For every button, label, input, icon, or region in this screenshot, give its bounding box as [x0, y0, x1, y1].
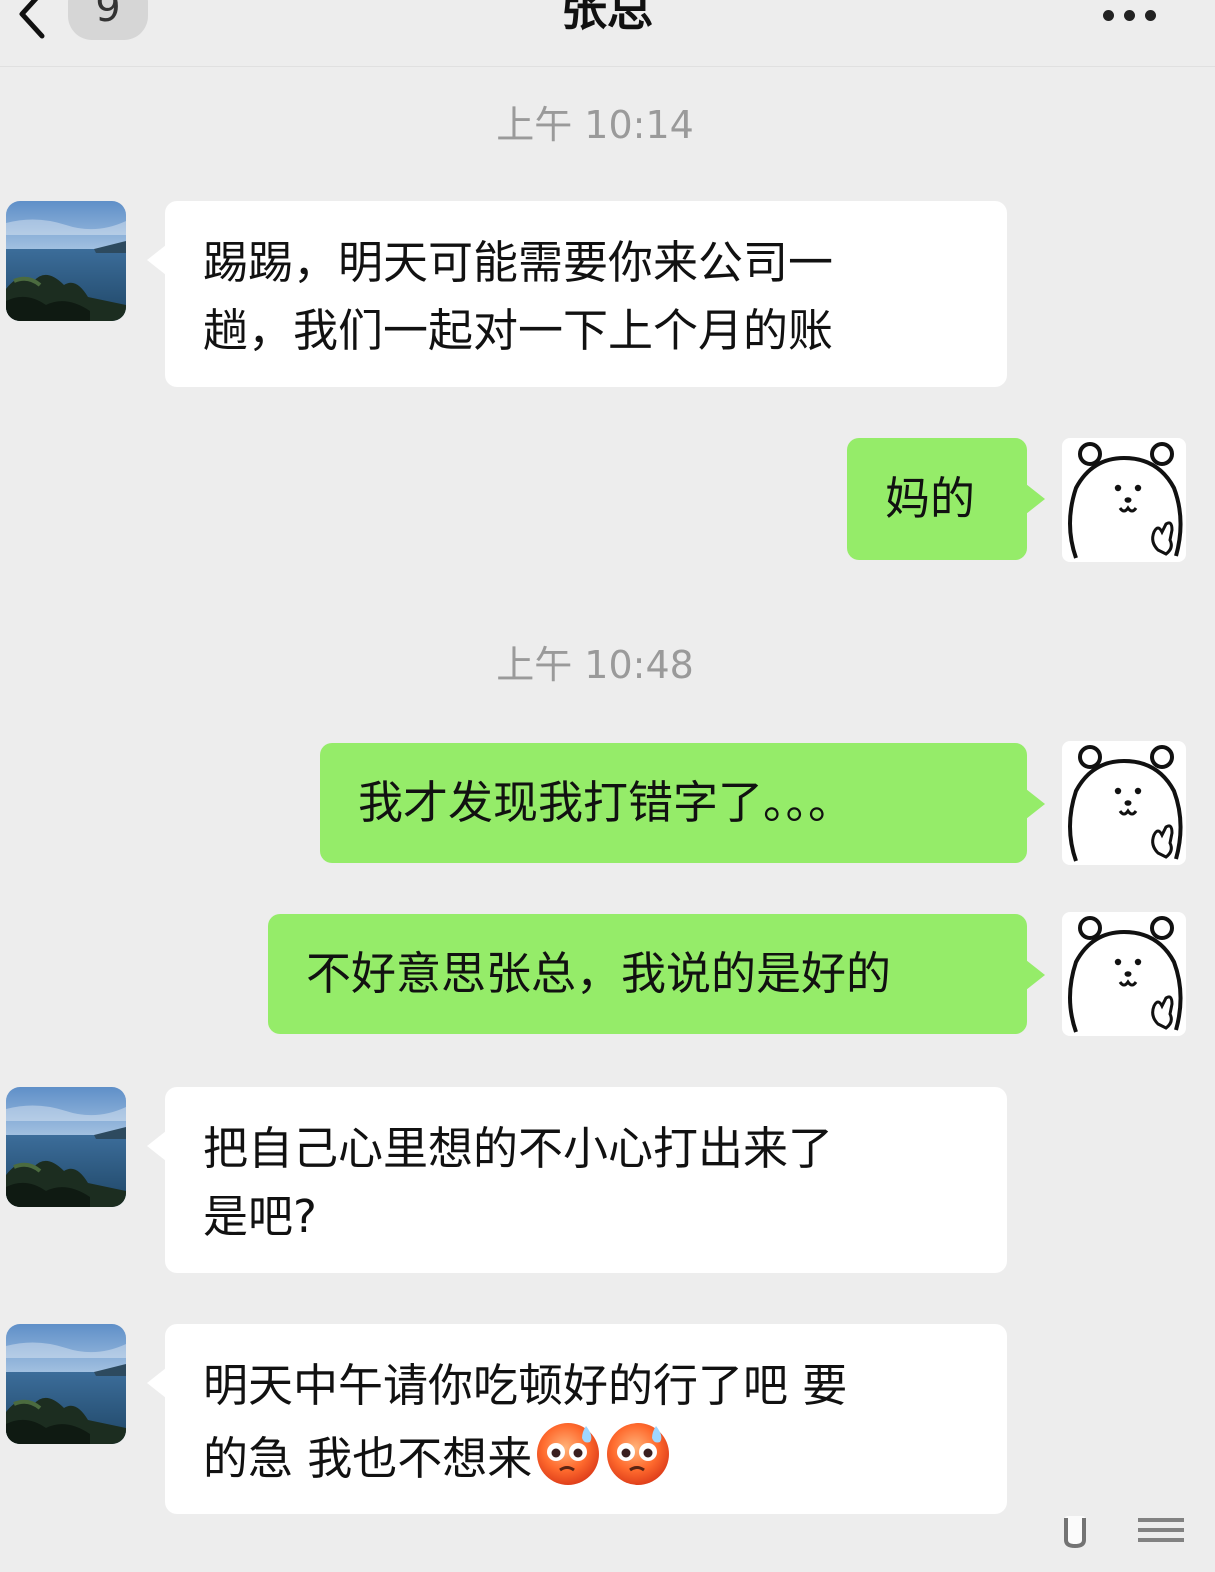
message-text: 把自己心里想的不小心打出来了 — [203, 1122, 834, 1175]
message-text: 的急 我也不想来 — [203, 1432, 533, 1485]
message-text: 不好意思张总，我说的是好的 — [306, 947, 892, 1000]
contact-avatar[interactable] — [6, 1324, 126, 1444]
timestamp: 上午 10:14 — [496, 103, 694, 147]
message-text: 我才发现我打错字了。。。 — [358, 776, 854, 829]
chat-title: 张总 — [561, 0, 653, 36]
bear-avatar[interactable] — [1062, 912, 1186, 1036]
message-text-line: 的急 我也不想来 — [203, 1420, 969, 1493]
message-text: 趟，我们一起对一下上个月的账 — [203, 304, 834, 357]
message-bubble-outgoing[interactable]: 不好意思张总，我说的是好的 — [268, 914, 1045, 1034]
contact-avatar[interactable] — [6, 201, 126, 321]
watermark-logo — [1064, 1516, 1184, 1549]
unread-count-badge[interactable]: 9 — [68, 0, 148, 40]
message-text: 妈的 — [885, 472, 976, 525]
message-bubble-outgoing[interactable]: 我才发现我打错字了。。。 — [320, 743, 1045, 863]
chevron-left-icon[interactable] — [8, 0, 58, 46]
bear-avatar[interactable] — [1062, 741, 1186, 865]
sweat-face-emoji — [604, 1420, 672, 1488]
contact-avatar[interactable] — [6, 1087, 126, 1207]
message-bubble-incoming[interactable]: 明天中午请你吃顿好的行了吧 要 的急 我也不想来 — [147, 1324, 1007, 1514]
message-text: 是吧? — [203, 1190, 317, 1243]
chat-header: 9 张总 — [0, 0, 1215, 67]
message-bubble-incoming[interactable]: 踢踢，明天可能需要你来公司一 趟，我们一起对一下上个月的账 — [147, 201, 1007, 387]
message-bubble-incoming[interactable]: 把自己心里想的不小心打出来了 是吧? — [147, 1087, 1007, 1273]
message-text: 踢踢，明天可能需要你来公司一 — [203, 236, 834, 289]
message-bubble-outgoing[interactable]: 妈的 — [847, 438, 1045, 560]
timestamp: 上午 10:48 — [496, 643, 694, 687]
sweat-face-emoji — [534, 1420, 602, 1488]
ellipsis-icon[interactable] — [1095, 4, 1165, 28]
message-text: 明天中午请你吃顿好的行了吧 要 — [203, 1359, 848, 1412]
bear-avatar[interactable] — [1062, 438, 1186, 562]
